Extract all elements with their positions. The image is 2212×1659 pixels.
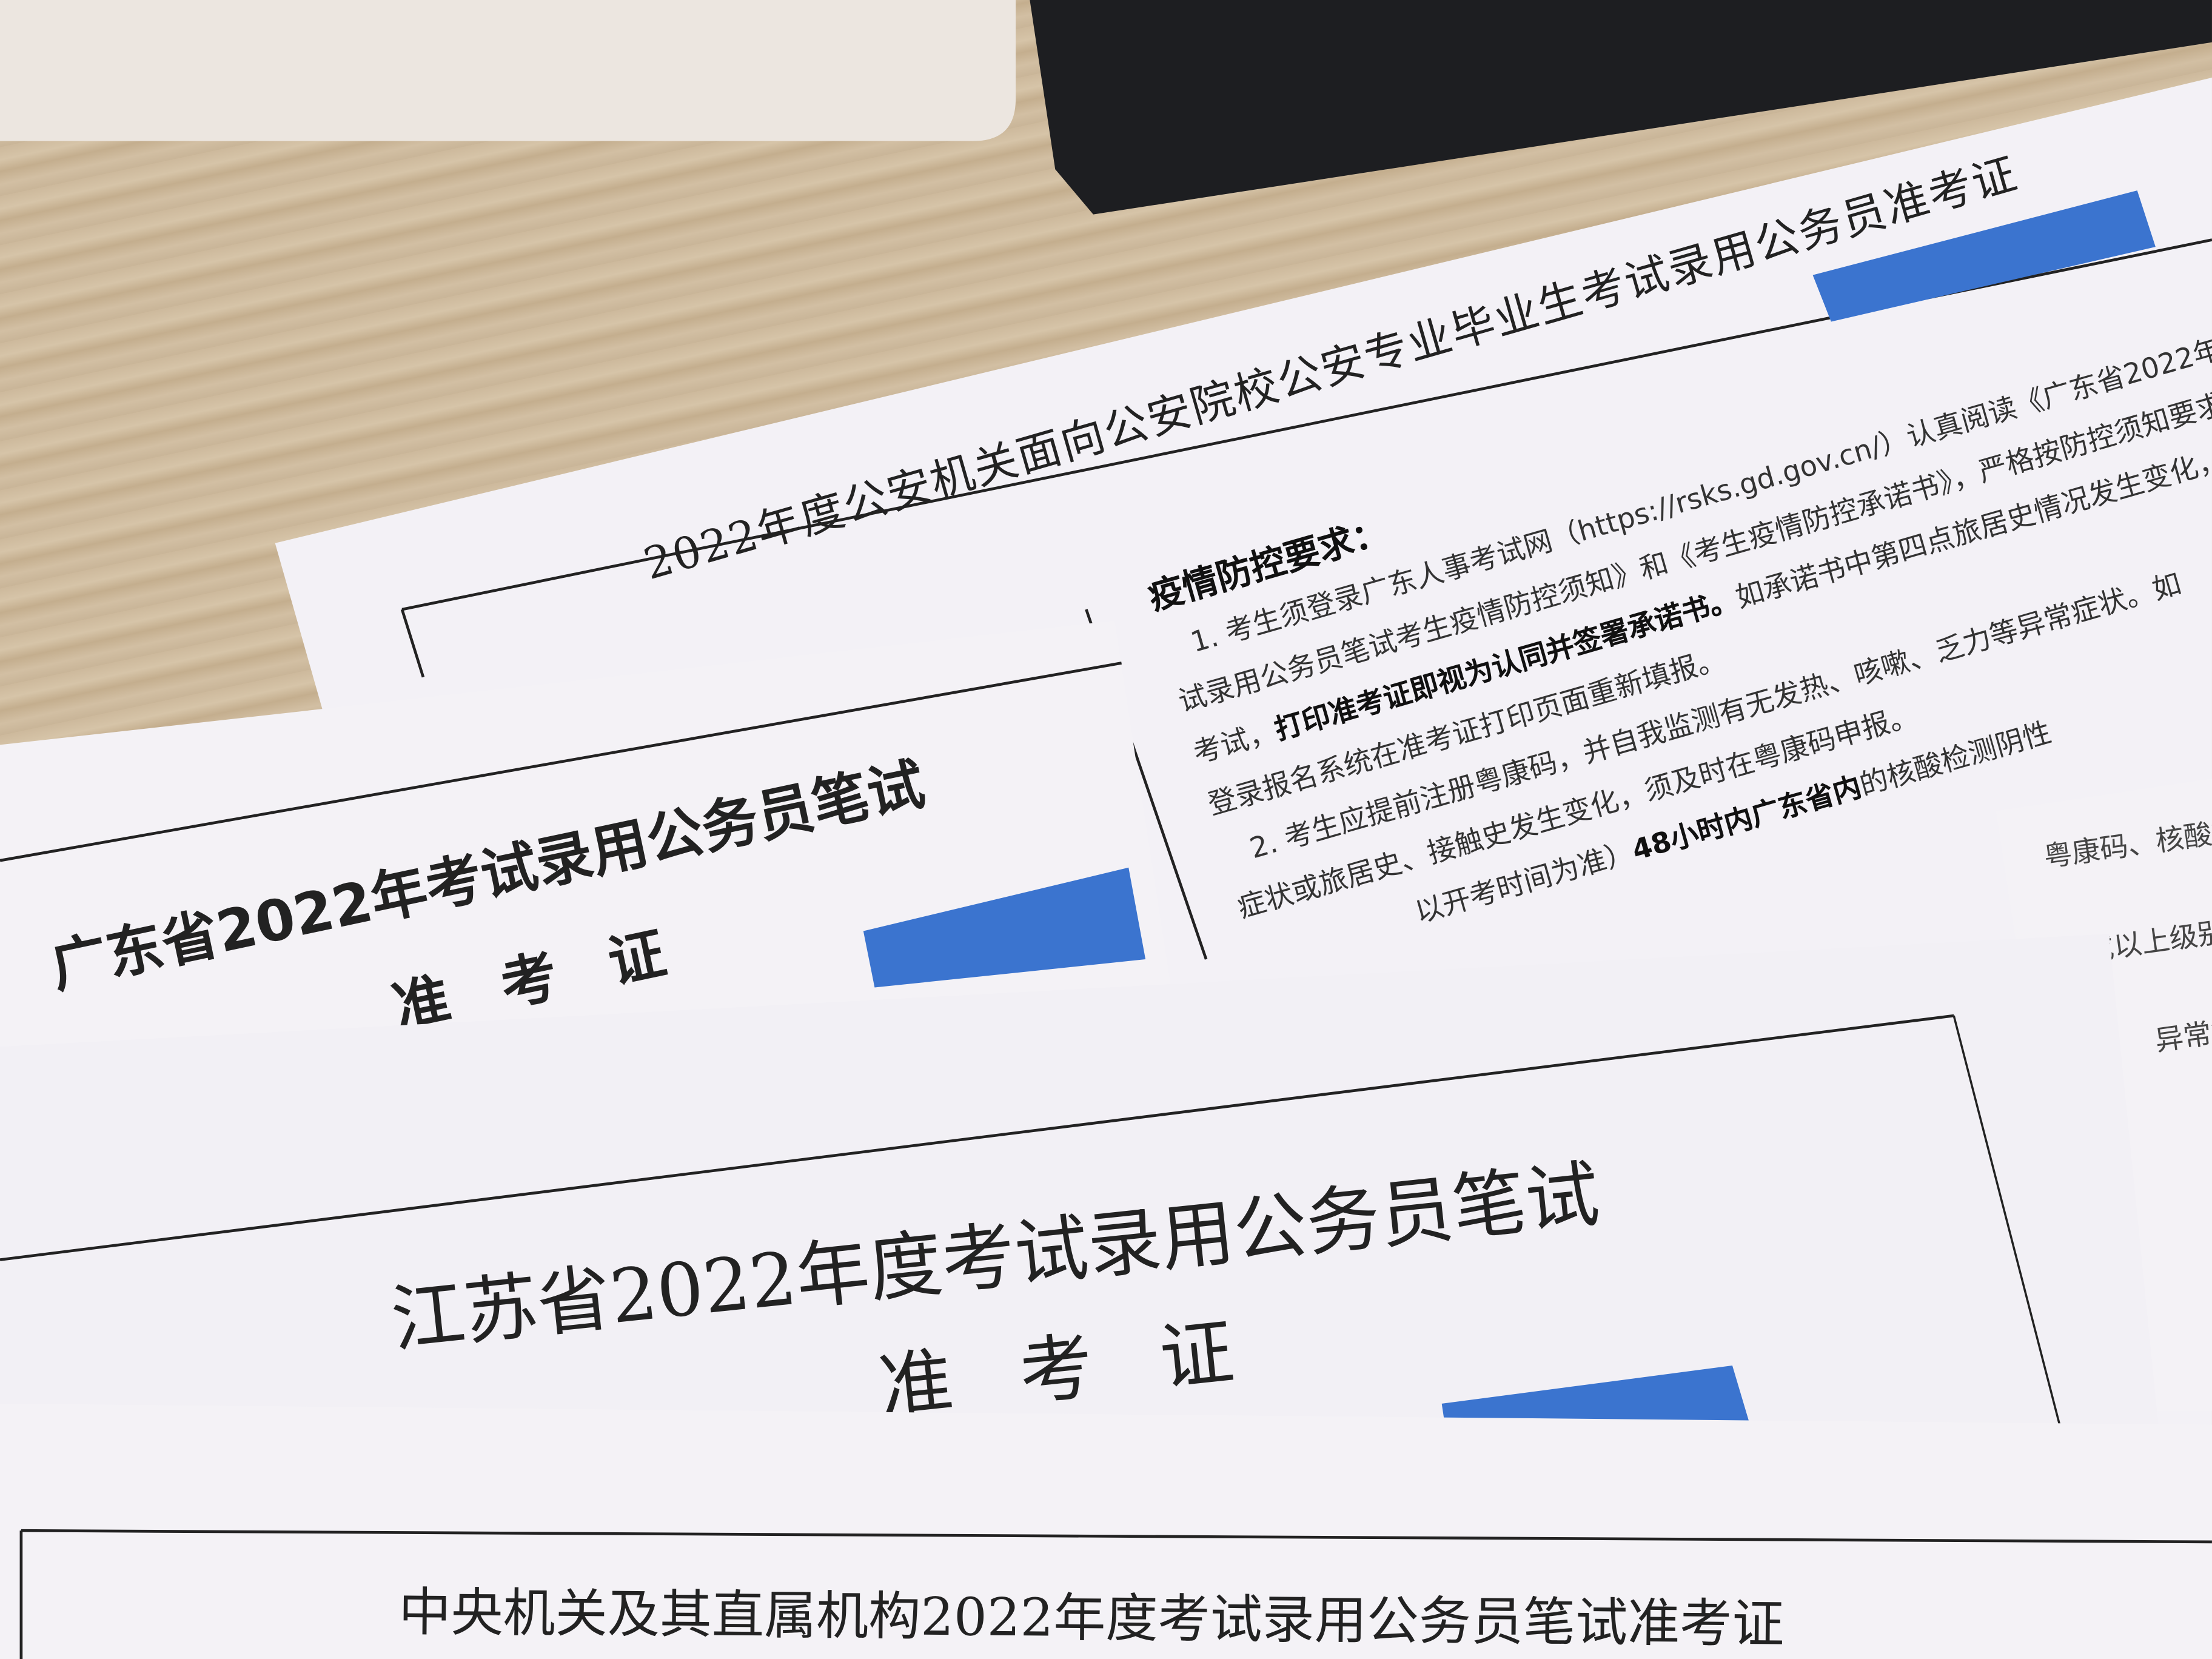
desk-photo: 2022年度公安机关面向公安院校公安专业毕业生考试录用公务员准考证 疫情防控要求… — [0, 0, 2212, 1659]
central-admission-ticket: 中央机关及其直属机构2022年度考试录用公务员笔试准考证 — [0, 1404, 2200, 1655]
